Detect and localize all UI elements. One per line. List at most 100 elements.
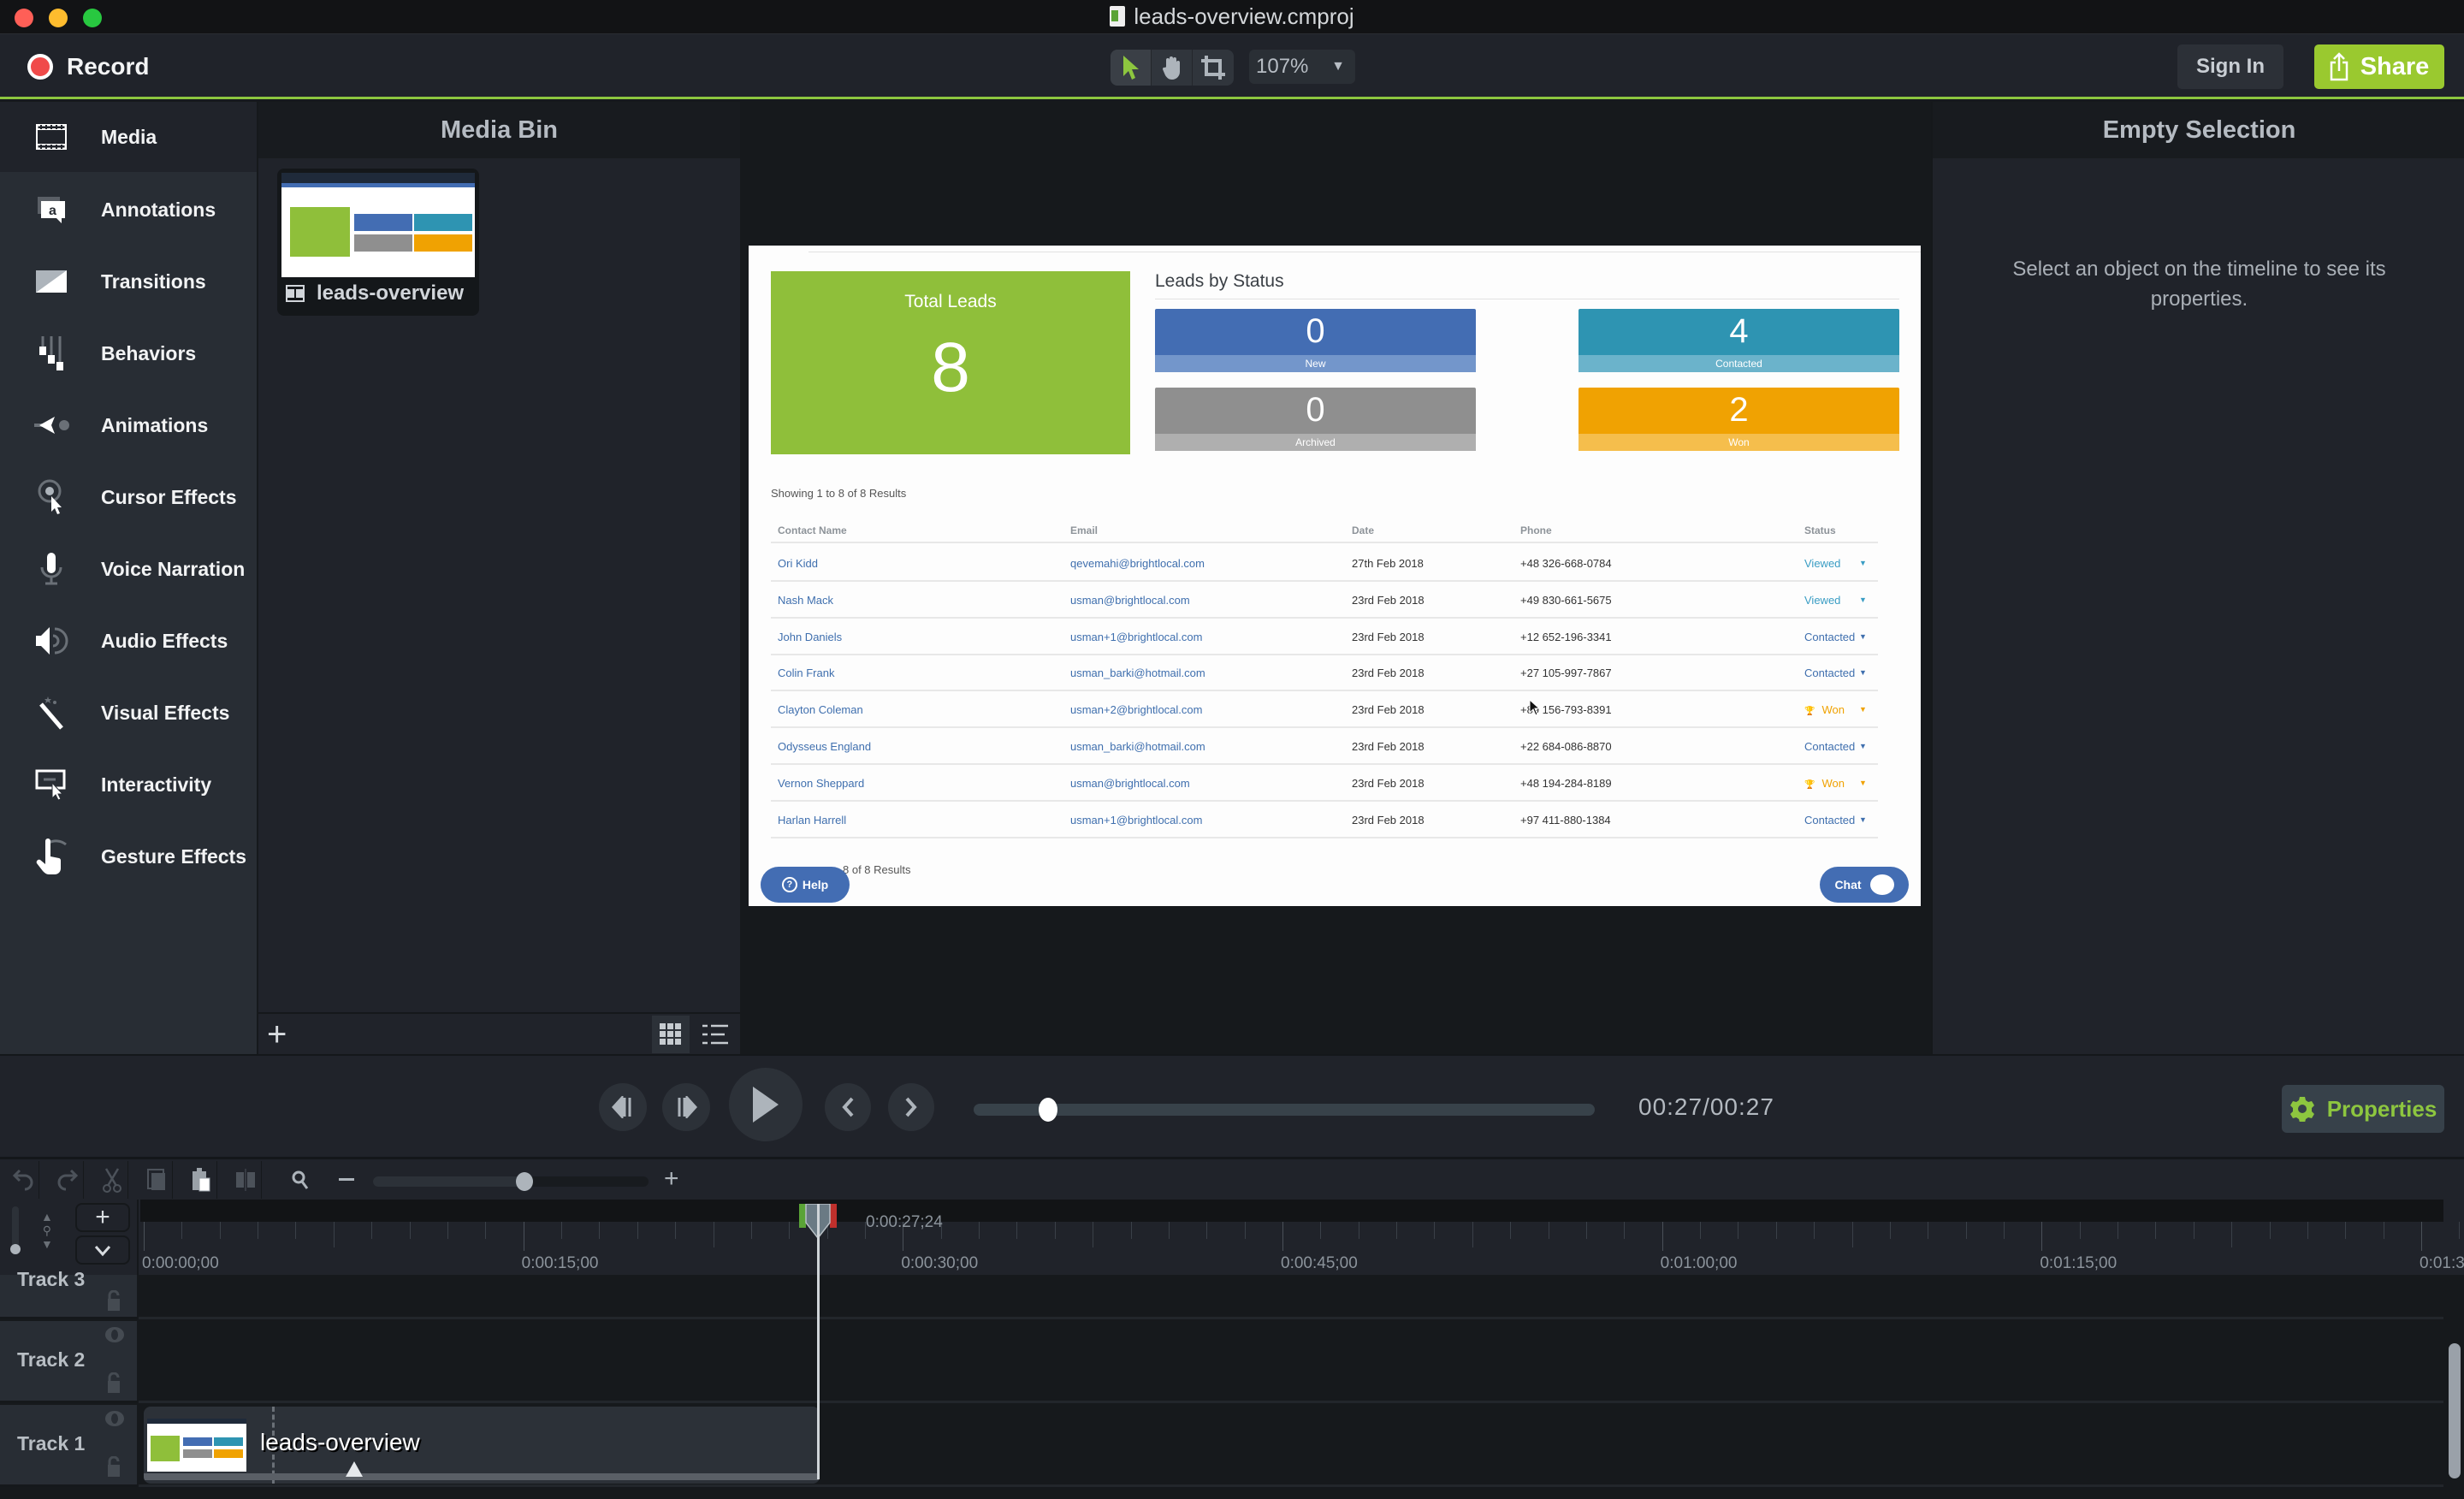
lock-icon[interactable] xyxy=(106,1455,121,1483)
help-button[interactable]: ? Help xyxy=(761,867,850,903)
caret-down-icon[interactable]: ▼ xyxy=(1859,632,1867,641)
email-link[interactable]: usman@brightlocal.com xyxy=(1070,594,1190,607)
collapse-tracks-button[interactable] xyxy=(75,1235,130,1265)
caret-down-icon[interactable]: ▼ xyxy=(1859,705,1867,714)
table-row[interactable]: Nash Mack usman@brightlocal.com 23rd Feb 2… xyxy=(771,582,1878,619)
track-height-handle[interactable] xyxy=(10,1244,21,1254)
table-row[interactable]: Clayton Coleman usman+2@brightlocal.com 23… xyxy=(771,691,1878,729)
contact-name-link[interactable]: Harlan Harrell xyxy=(778,814,846,827)
split-button[interactable] xyxy=(229,1161,262,1199)
email-link[interactable]: usman+2@brightlocal.com xyxy=(1070,703,1202,716)
email-link[interactable]: usman+1@brightlocal.com xyxy=(1070,631,1202,643)
caret-down-icon[interactable]: ▼ xyxy=(1859,559,1867,567)
sidebar-item-annotations[interactable]: a Annotations xyxy=(0,174,257,246)
caret-down-icon[interactable]: ▼ xyxy=(1859,595,1867,604)
playhead-in-marker[interactable] xyxy=(799,1204,806,1228)
sidebar-item-voice-narration[interactable]: Voice Narration xyxy=(0,533,257,605)
canvas-zoom-dropdown[interactable]: 107% ▼ xyxy=(1249,50,1355,84)
playhead-line[interactable] xyxy=(817,1204,820,1479)
share-button[interactable]: Share xyxy=(2314,44,2444,89)
playback-scrubber[interactable] xyxy=(974,1098,1595,1122)
canvas-recording-frame[interactable]: Total Leads 8 Leads by Status 0 New 4 Conta… xyxy=(749,246,1921,906)
previous-marker-button[interactable] xyxy=(825,1083,871,1131)
copy-button[interactable] xyxy=(140,1161,173,1199)
caret-down-icon[interactable]: ▼ xyxy=(1859,815,1867,824)
chat-button[interactable]: Chat xyxy=(1820,867,1909,903)
zoom-out-button[interactable] xyxy=(339,1178,354,1181)
contact-name-link[interactable]: Colin Frank xyxy=(778,667,834,679)
undo-button[interactable] xyxy=(7,1161,39,1199)
caret-down-icon[interactable]: ▼ xyxy=(1859,668,1867,677)
properties-button[interactable]: Properties xyxy=(2282,1085,2444,1133)
status-dropdown[interactable]: Contacted xyxy=(1804,667,1855,679)
step-back-button[interactable] xyxy=(599,1083,647,1131)
timeline-vertical-scrollbar[interactable] xyxy=(2449,1343,2461,1478)
sidebar-item-audio-effects[interactable]: Audio Effects xyxy=(0,605,257,677)
track-header-1[interactable]: Track 1 xyxy=(0,1405,137,1487)
playhead-out-marker[interactable] xyxy=(830,1204,837,1228)
grid-view-button[interactable] xyxy=(652,1016,690,1053)
cut-button[interactable] xyxy=(96,1161,128,1199)
sidebar-item-animations[interactable]: Animations xyxy=(0,389,257,461)
table-row[interactable]: Odysseus England usman_barki@hotmail.com 2… xyxy=(771,728,1878,765)
contact-name-link[interactable]: Clayton Coleman xyxy=(778,703,863,716)
sidebar-item-gesture-effects[interactable]: Gesture Effects xyxy=(0,821,257,892)
email-link[interactable]: usman@brightlocal.com xyxy=(1070,777,1190,790)
select-tool-button[interactable] xyxy=(1111,50,1152,86)
email-link[interactable]: usman+1@brightlocal.com xyxy=(1070,814,1202,827)
table-row[interactable]: Harlan Harrell usman+1@brightlocal.com 23r… xyxy=(771,802,1878,838)
caret-down-icon[interactable]: ▼ xyxy=(1859,742,1867,750)
sidebar-item-behaviors[interactable]: Behaviors xyxy=(0,317,257,389)
status-dropdown[interactable]: Viewed xyxy=(1804,557,1840,570)
email-link[interactable]: usman_barki@hotmail.com xyxy=(1070,667,1205,679)
track-header-3[interactable]: Track 3 xyxy=(0,1268,137,1319)
play-button[interactable] xyxy=(729,1068,803,1141)
timeline-clip[interactable]: leads-overview xyxy=(144,1407,820,1484)
visibility-eye-icon[interactable] xyxy=(104,1410,125,1431)
timeline-zoom-slider[interactable] xyxy=(373,1172,649,1191)
clip-audio-handle-icon[interactable] xyxy=(346,1461,363,1477)
contact-name-link[interactable]: John Daniels xyxy=(778,631,842,643)
record-button[interactable]: Record xyxy=(27,53,149,80)
table-row[interactable]: John Daniels usman+1@brightlocal.com 23rd … xyxy=(771,619,1878,655)
add-track-button[interactable]: + xyxy=(75,1203,130,1232)
lock-icon[interactable] xyxy=(106,1289,121,1317)
email-link[interactable]: usman_barki@hotmail.com xyxy=(1070,740,1205,753)
contact-name-link[interactable]: Odysseus England xyxy=(778,740,871,753)
status-dropdown[interactable]: Contacted xyxy=(1804,631,1855,643)
contact-name-link[interactable]: Vernon Sheppard xyxy=(778,777,864,790)
scrubber-handle[interactable] xyxy=(1039,1098,1058,1122)
lock-icon[interactable] xyxy=(106,1372,121,1399)
sidebar-item-media[interactable]: Media xyxy=(0,102,257,172)
clip-volume-bar[interactable] xyxy=(144,1473,820,1480)
track-lane-2[interactable] xyxy=(139,1321,2443,1403)
next-marker-button[interactable] xyxy=(888,1083,934,1131)
status-dropdown[interactable]: 🏆 Won xyxy=(1804,703,1845,716)
caret-down-icon[interactable]: ▼ xyxy=(1859,779,1867,787)
track-lane-3[interactable] xyxy=(139,1275,2443,1319)
list-view-button[interactable] xyxy=(696,1016,734,1053)
table-row[interactable]: Colin Frank usman_barki@hotmail.com 23rd F… xyxy=(771,655,1878,692)
crop-tool-button[interactable] xyxy=(1193,50,1234,86)
status-dropdown[interactable]: 🏆 Won xyxy=(1804,777,1845,790)
zoom-slider-handle[interactable] xyxy=(516,1172,534,1191)
contact-name-link[interactable]: Ori Kidd xyxy=(778,557,818,570)
media-item[interactable]: leads-overview xyxy=(277,169,479,316)
table-row[interactable]: Ori Kidd qevemahi@brightlocal.com 27th Feb… xyxy=(771,545,1878,582)
table-row[interactable]: Vernon Sheppard usman@brightlocal.com 23rd… xyxy=(771,765,1878,802)
add-media-button[interactable]: + xyxy=(267,1017,287,1052)
sidebar-item-transitions[interactable]: Transitions xyxy=(0,246,257,317)
status-dropdown[interactable]: Contacted xyxy=(1804,814,1855,827)
sidebar-item-cursor-effects[interactable]: Cursor Effects xyxy=(0,461,257,533)
zoom-in-button[interactable]: + xyxy=(664,1166,679,1192)
sidebar-item-interactivity[interactable]: Interactivity xyxy=(0,749,257,821)
sidebar-item-visual-effects[interactable]: Visual Effects xyxy=(0,677,257,749)
track-height-slider[interactable] xyxy=(10,1206,21,1254)
step-forward-button[interactable] xyxy=(662,1083,710,1131)
paste-button[interactable] xyxy=(185,1161,217,1199)
email-link[interactable]: qevemahi@brightlocal.com xyxy=(1070,557,1205,570)
visibility-eye-icon[interactable] xyxy=(104,1326,125,1348)
pan-tool-button[interactable] xyxy=(1152,50,1193,86)
track-header-2[interactable]: Track 2 xyxy=(0,1321,137,1403)
sign-in-button[interactable]: Sign In xyxy=(2177,44,2283,89)
